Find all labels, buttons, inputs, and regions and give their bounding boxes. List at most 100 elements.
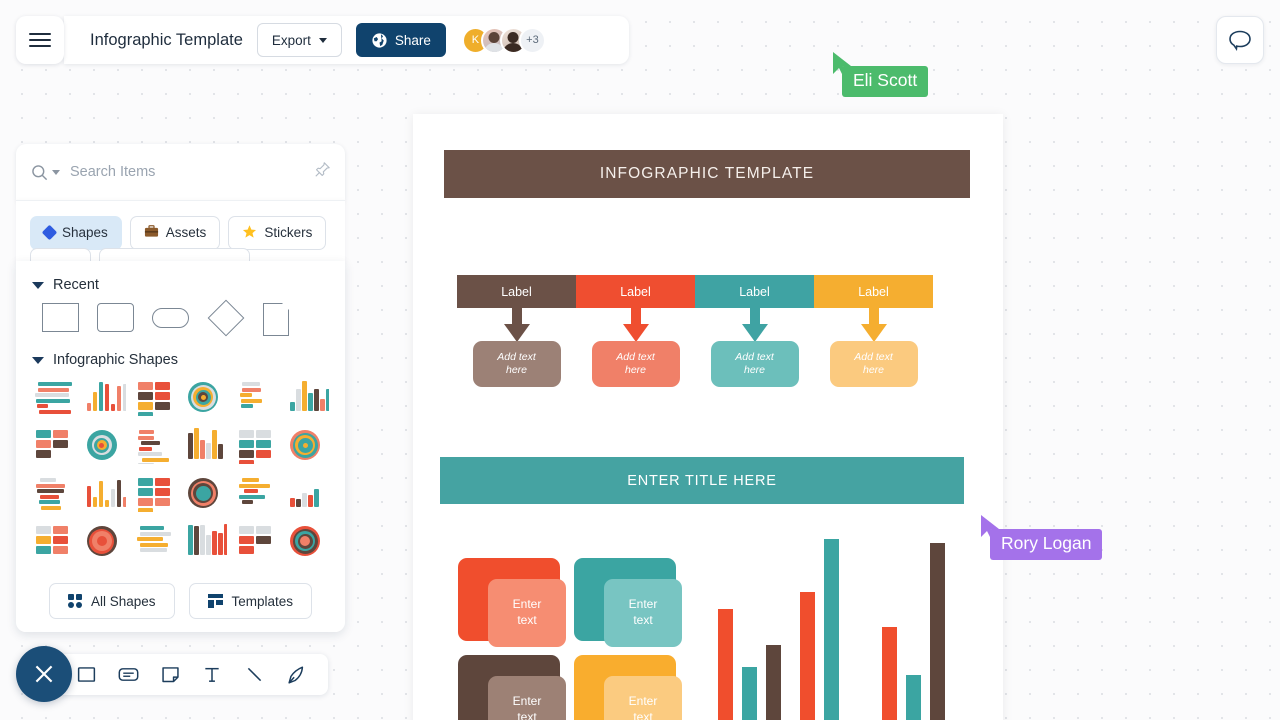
add-text-slot: Add text here <box>695 341 814 389</box>
quad-card-inner: Enter text <box>488 676 566 720</box>
infographic-shape-thumb[interactable] <box>235 474 279 512</box>
collaborator-name: Eli Scott <box>842 66 929 97</box>
bar[interactable] <box>800 592 815 720</box>
templates-button[interactable]: Templates <box>188 583 313 619</box>
shape-diamond-icon[interactable] <box>207 299 245 337</box>
share-label: Share <box>394 32 431 48</box>
quad-card-inner: Enter text <box>488 579 566 647</box>
quad-card[interactable]: Enter text <box>574 655 682 720</box>
comment-button[interactable] <box>1216 16 1264 64</box>
text-tool[interactable] <box>200 663 224 687</box>
panel-footer: All Shapes Templates <box>16 570 345 632</box>
infographic-shape-thumb[interactable] <box>32 522 75 560</box>
tab-stickers[interactable]: Stickers <box>228 215 327 250</box>
search-input[interactable] <box>70 164 314 180</box>
shape-rectangle-icon[interactable] <box>42 303 79 332</box>
quad-card[interactable]: Enter text <box>458 558 566 647</box>
infographic-shape-thumb[interactable] <box>133 378 177 416</box>
search-icon[interactable] <box>30 163 60 182</box>
infographic-shape-thumb[interactable] <box>286 378 329 416</box>
infographic-shape-thumb[interactable] <box>235 426 279 464</box>
label-cell[interactable]: Label <box>695 275 814 308</box>
sticky-note-tool[interactable] <box>158 663 182 687</box>
template-icon <box>207 594 223 608</box>
infographic-shape-thumb[interactable] <box>286 426 329 464</box>
all-shapes-button[interactable]: All Shapes <box>48 583 175 619</box>
avatar-overflow-badge[interactable]: +3 <box>518 26 546 54</box>
quad-line2: text <box>517 613 537 627</box>
line-tool[interactable] <box>242 663 266 687</box>
menu-button[interactable] <box>16 16 64 64</box>
infographic-shape-thumb[interactable] <box>32 426 75 464</box>
arrow-slot <box>695 308 814 344</box>
shape-rounded-rectangle-icon[interactable] <box>97 303 134 332</box>
section-header-recent[interactable]: Recent <box>32 277 329 293</box>
section-header-infographic[interactable]: Infographic Shapes <box>32 352 329 368</box>
chevron-down-icon <box>318 37 327 43</box>
recent-shape-row <box>42 299 329 337</box>
add-text-box[interactable]: Add text here <box>710 341 799 387</box>
avatar-group[interactable]: K +3 <box>461 26 546 54</box>
export-label: Export <box>271 32 311 48</box>
quad-line1: Enter <box>512 694 542 709</box>
infographic-shape-thumb[interactable] <box>235 522 279 560</box>
infographic-shape-thumb[interactable] <box>32 474 75 512</box>
quad-card[interactable]: Enter text <box>574 558 682 647</box>
label-text: Label <box>620 284 651 299</box>
shape-document-icon[interactable] <box>263 302 290 336</box>
add-text-box[interactable]: Add text here <box>591 341 680 387</box>
infographic-shape-thumb[interactable] <box>184 378 228 416</box>
infographic-shape-thumb[interactable] <box>133 474 177 512</box>
quad-card-inner: Enter text <box>604 676 682 720</box>
infographic-shape-thumb[interactable] <box>82 474 126 512</box>
document-title[interactable]: Infographic Template <box>90 31 243 50</box>
infographic-shape-thumb[interactable] <box>82 378 126 416</box>
bar[interactable] <box>882 627 897 720</box>
tab-shapes-label: Shapes <box>62 225 108 240</box>
infographic-shape-thumb[interactable] <box>133 426 177 464</box>
infographic-shape-thumb[interactable] <box>133 522 177 560</box>
label-cell[interactable]: Label <box>576 275 695 308</box>
card-tool[interactable] <box>116 663 140 687</box>
quad-line2: text <box>517 710 537 720</box>
bar[interactable] <box>906 675 921 720</box>
grid-dots-icon <box>67 594 82 608</box>
bar-chart[interactable] <box>718 539 956 720</box>
infographic-shape-thumb[interactable] <box>286 474 329 512</box>
bar[interactable] <box>766 645 781 720</box>
label-text: Label <box>858 284 889 299</box>
canvas-page[interactable]: INFOGRAPHIC TEMPLATE Label Label Label L… <box>413 114 1003 720</box>
bar[interactable] <box>718 609 733 720</box>
label-cell[interactable]: Label <box>457 275 576 308</box>
infographic-shape-thumb[interactable] <box>82 522 126 560</box>
quad-card[interactable]: Enter text <box>458 655 566 720</box>
share-button[interactable]: Share <box>355 23 446 57</box>
bar[interactable] <box>742 667 757 720</box>
label-cell[interactable]: Label <box>814 275 933 308</box>
add-text-box[interactable]: Add text here <box>829 341 918 387</box>
bar[interactable] <box>930 543 945 720</box>
tab-assets[interactable]: Assets <box>129 215 221 250</box>
tab-shapes[interactable]: Shapes <box>30 215 122 250</box>
arrow-slot <box>576 308 695 344</box>
export-button[interactable]: Export <box>256 23 342 57</box>
pin-icon[interactable] <box>314 161 331 183</box>
close-toolbar-button[interactable] <box>16 646 72 702</box>
infographic-shape-thumb[interactable] <box>82 426 126 464</box>
infographic-shape-thumb[interactable] <box>184 522 228 560</box>
infographic-shape-thumb[interactable] <box>286 522 329 560</box>
infographic-shape-thumb[interactable] <box>32 378 75 416</box>
rectangle-tool[interactable] <box>74 663 98 687</box>
bar[interactable] <box>824 539 839 720</box>
add-text-line2: here <box>624 364 646 376</box>
add-text-line2: here <box>505 364 527 376</box>
add-text-slot: Add text here <box>576 341 695 389</box>
canvas-section-banner[interactable]: ENTER TITLE HERE <box>440 457 964 504</box>
add-text-box[interactable]: Add text here <box>472 341 561 387</box>
pen-tool[interactable] <box>284 663 308 687</box>
infographic-shape-thumb[interactable] <box>235 378 279 416</box>
infographic-shape-thumb[interactable] <box>184 474 228 512</box>
canvas-header-banner[interactable]: INFOGRAPHIC TEMPLATE <box>444 150 970 198</box>
infographic-shape-thumb[interactable] <box>184 426 228 464</box>
shape-pill-icon[interactable] <box>152 308 189 328</box>
